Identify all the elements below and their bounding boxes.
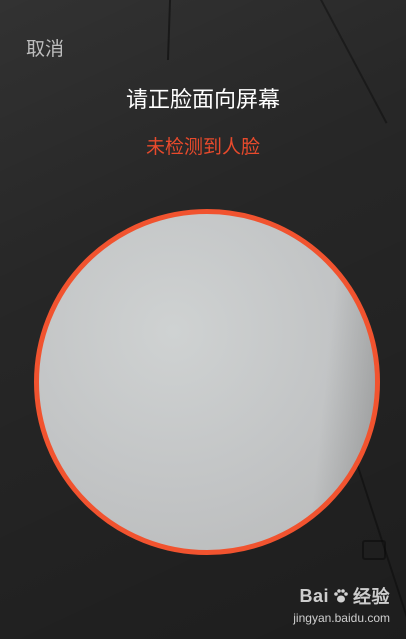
watermark: Bai 经验 jingyan.baidu.com xyxy=(293,583,390,626)
viewport-shade xyxy=(307,214,375,550)
face-capture-viewport xyxy=(34,209,380,555)
cancel-button[interactable]: 取消 xyxy=(26,34,64,61)
background-edge xyxy=(166,0,172,61)
watermark-brand-right: 经验 xyxy=(353,587,390,607)
face-detection-status: 未检测到人脸 xyxy=(145,136,260,158)
watermark-brand-left: Bai xyxy=(299,585,329,606)
paw-icon xyxy=(333,588,349,604)
watermark-url: jingyan.baidu.com xyxy=(293,611,390,625)
face-prompt-title: 请正脸面向屏幕 xyxy=(125,88,280,113)
